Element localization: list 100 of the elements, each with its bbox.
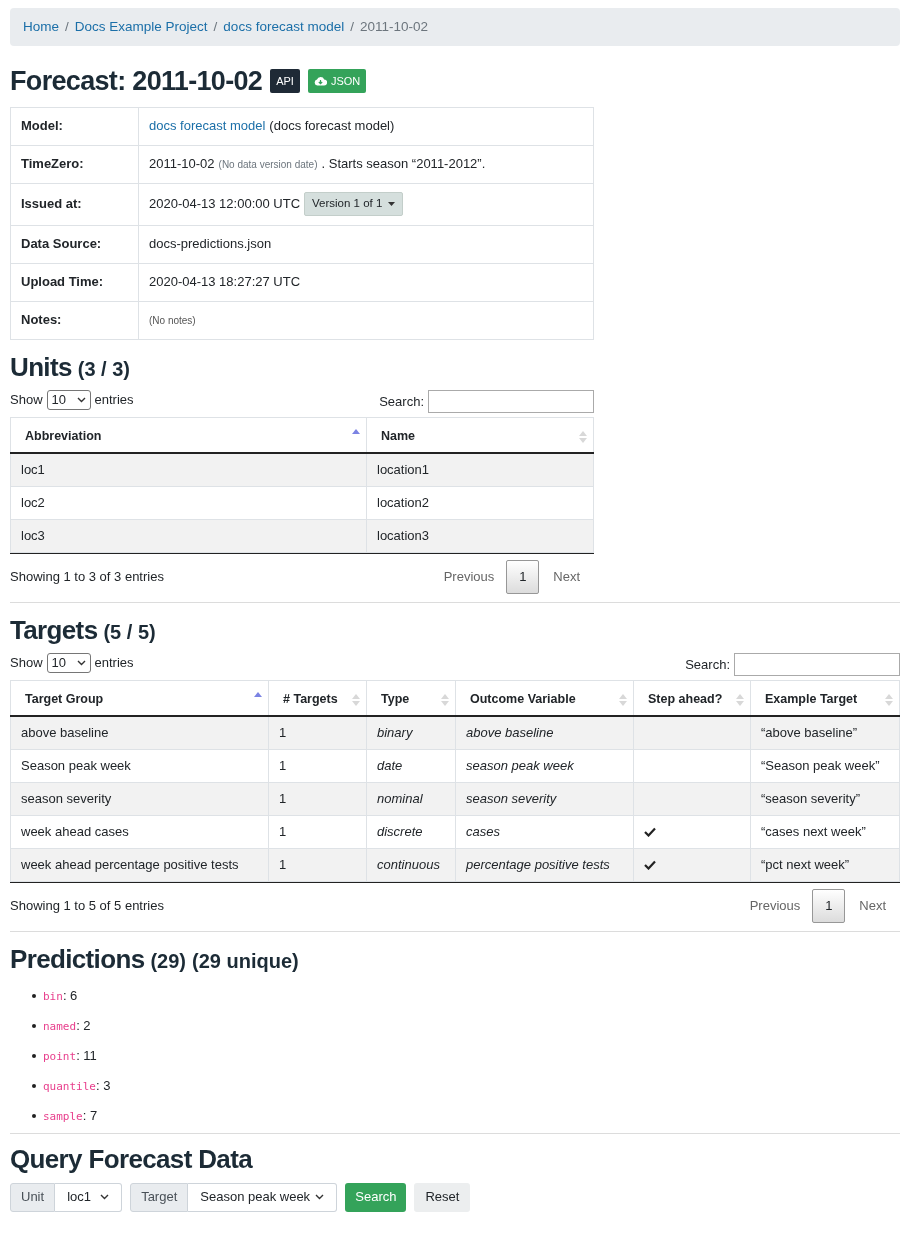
count-label: (29) xyxy=(150,948,187,974)
table-cell: 1 xyxy=(268,749,367,782)
detail-label: Data Source: xyxy=(10,225,139,263)
table-cell: “cases next week” xyxy=(750,815,900,848)
chevron-down-icon xyxy=(100,1194,110,1200)
detail-note: (No notes) xyxy=(149,315,196,327)
table-cell: 1 xyxy=(268,815,367,848)
detail-value: 2011-10-02 xyxy=(149,155,215,174)
show-label: Show xyxy=(10,390,43,409)
table-cell: percentage positive tests xyxy=(455,848,634,881)
table-cell: loc2 xyxy=(10,486,367,519)
table-cell: week ahead cases xyxy=(10,815,269,848)
checkmark-icon xyxy=(644,859,656,870)
chevron-down-icon xyxy=(76,396,86,403)
chevron-down-icon xyxy=(315,1194,325,1200)
detail-label: Issued at: xyxy=(10,183,139,225)
table-cell: 1 xyxy=(268,848,367,881)
table-cell: “Season peak week” xyxy=(750,749,900,782)
table-cell: “season severity” xyxy=(750,782,900,815)
detail-value: 2020-04-13 12:00:00 UTC xyxy=(149,195,301,214)
chevron-down-icon xyxy=(76,659,86,666)
show-label: Show xyxy=(10,653,43,672)
detail-value: 2020-04-13 18:27:27 UTC xyxy=(149,274,301,290)
prediction-count: : 2 xyxy=(76,1016,91,1035)
table-cell: season severity xyxy=(455,782,634,815)
detail-value: docs-predictions.json xyxy=(149,236,272,252)
table-cell: “above baseline” xyxy=(750,716,900,749)
table-cell: binary xyxy=(366,716,456,749)
breadcrumb-link[interactable]: Home xyxy=(23,16,59,38)
table-cell: 1 xyxy=(268,782,367,815)
prediction-count: : 6 xyxy=(62,986,78,1005)
caret-icon xyxy=(388,202,396,206)
page-button[interactable]: 1 xyxy=(812,888,846,923)
unit-label: Unit xyxy=(10,1182,56,1212)
previous-button[interactable]: Previous xyxy=(737,889,813,922)
api-button[interactable]: API xyxy=(270,69,300,94)
search-field[interactable] xyxy=(428,390,594,413)
count-label: (29 unique) xyxy=(192,948,299,974)
table-cell: discrete xyxy=(366,815,456,848)
table-cell: nominal xyxy=(366,782,456,815)
page-title: Forecast: 2011-10-02 xyxy=(10,65,263,98)
section-heading: Query Forecast Data xyxy=(10,1142,254,1176)
section-heading: Targets xyxy=(10,613,98,647)
table-cell: location2 xyxy=(366,486,594,519)
table-cell: season severity xyxy=(10,782,269,815)
breadcrumb-separator: / xyxy=(349,17,355,36)
entries-label: entries xyxy=(94,390,134,409)
breadcrumb-current: 2011-10-02 xyxy=(359,17,428,36)
table-info: Showing 1 to 3 of 3 entries xyxy=(10,567,164,586)
bullet-icon xyxy=(32,1023,36,1028)
bullet-icon xyxy=(32,1083,36,1088)
table-cell: location3 xyxy=(366,519,594,552)
bullet-icon xyxy=(32,1113,36,1118)
table-cell: cases xyxy=(455,815,634,848)
table-cell: week ahead percentage positive tests xyxy=(10,848,269,881)
prediction-count: : 7 xyxy=(82,1106,98,1125)
model-link[interactable]: docs forecast model xyxy=(149,116,266,136)
page-size-select[interactable]: 10 xyxy=(46,652,91,673)
bullet-icon xyxy=(32,1053,36,1058)
table-cell: season peak week xyxy=(455,749,634,782)
checkmark-icon xyxy=(644,826,656,837)
table-cell: above baseline xyxy=(455,716,634,749)
detail-note: (No data version date) xyxy=(218,158,318,173)
prediction-type: named xyxy=(43,1018,77,1035)
breadcrumb-link[interactable]: Docs Example Project xyxy=(74,16,208,38)
breadcrumb-link[interactable]: docs forecast model xyxy=(223,16,345,38)
reset-button[interactable]: Reset xyxy=(414,1182,471,1212)
prediction-count: : 3 xyxy=(96,1076,111,1095)
next-button[interactable]: Next xyxy=(845,889,900,922)
cloud-download-icon xyxy=(313,76,327,87)
table-cell: 1 xyxy=(268,716,367,749)
next-button[interactable]: Next xyxy=(539,560,594,593)
bullet-icon xyxy=(32,993,36,998)
target-select[interactable]: Season peak week xyxy=(188,1182,338,1212)
table-cell: location1 xyxy=(366,453,594,486)
table-cell: loc1 xyxy=(10,453,367,486)
prediction-type: bin xyxy=(43,988,63,1005)
table-cell: “pct next week” xyxy=(750,848,900,881)
table-cell: above baseline xyxy=(10,716,269,749)
detail-value: (docs forecast model) xyxy=(269,117,395,136)
section-heading: Units xyxy=(10,350,72,384)
detail-label: Upload Time: xyxy=(10,263,139,301)
section-heading: Predictions xyxy=(10,942,145,976)
prediction-count: : 11 xyxy=(76,1046,97,1065)
page-size-select[interactable]: 10 xyxy=(46,389,91,410)
detail-label: TimeZero: xyxy=(10,145,139,183)
breadcrumb-separator: / xyxy=(212,17,219,36)
search-field[interactable] xyxy=(734,653,900,676)
page-button[interactable]: 1 xyxy=(506,559,540,594)
version-dropdown[interactable]: Version 1 of 1 xyxy=(304,192,404,216)
previous-button[interactable]: Previous xyxy=(431,560,507,593)
target-label: Target xyxy=(130,1182,189,1212)
count-label: (3 / 3) xyxy=(77,356,130,382)
detail-value: . Starts season “2011-2012”. xyxy=(321,155,486,174)
table-cell: Season peak week xyxy=(10,749,269,782)
prediction-type: quantile xyxy=(43,1078,96,1095)
breadcrumb-separator: / xyxy=(64,17,70,36)
detail-label: Notes: xyxy=(10,301,139,339)
unit-select[interactable]: loc1 xyxy=(55,1182,123,1212)
table-cell: loc3 xyxy=(10,519,367,552)
